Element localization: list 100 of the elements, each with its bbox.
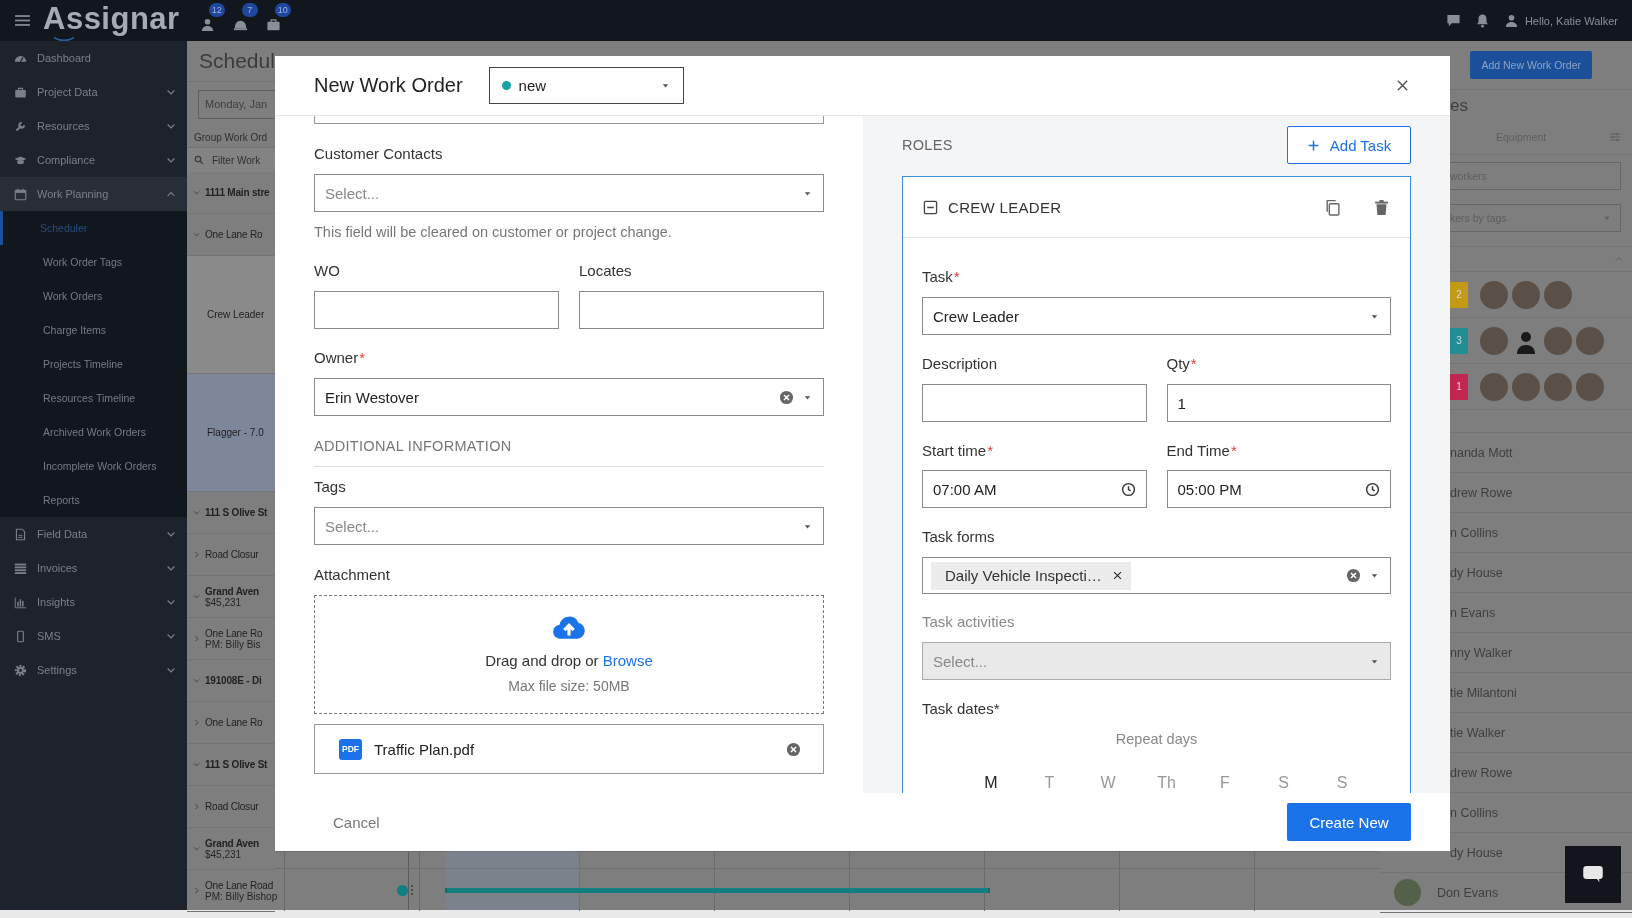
sidebar-subitem[interactable]: Work Order Tags [0,245,187,279]
chat-button[interactable] [1565,846,1621,903]
add-task-button[interactable]: Add Task [1287,126,1411,164]
sidebar-subitem[interactable]: Incomplete Work Orders [0,449,187,483]
day-toggle[interactable]: Th [1137,770,1196,793]
chevron-right-icon[interactable] [192,550,201,559]
day-toggle[interactable]: S [1254,770,1313,793]
user-icon[interactable] [1503,13,1519,28]
clear-icon[interactable] [786,741,801,757]
sliders-icon[interactable] [1609,131,1621,143]
sidebar-item[interactable]: SMS [0,619,187,653]
row-title: One Lane Ro [205,229,263,240]
select-field[interactable]: Select... [314,507,824,545]
role-row[interactable]: Flagger - 7.0 [187,374,275,492]
sidebar-subitem[interactable]: Work Orders [0,279,187,313]
day-toggle[interactable]: M [961,770,1021,793]
input-field[interactable] [579,291,824,329]
select-field[interactable]: Crew Leader [922,297,1391,335]
clock-icon[interactable] [1365,481,1380,497]
time-field[interactable]: 05:00 PM [1166,470,1391,508]
briefcase-icon[interactable] [265,17,281,32]
filter-field[interactable]: Filter Work [187,147,275,172]
sidebar-item[interactable]: Invoices [0,551,187,585]
day-toggle[interactable]: F [1195,770,1255,793]
row-title: 1111 Main stre [205,187,270,198]
worker-name: dy House [1450,565,1503,580]
day-toggle[interactable]: S [1312,770,1372,793]
sidebar-subitem[interactable]: Projects Timeline [0,347,187,381]
day-toggle[interactable]: T [1020,770,1079,793]
select-field[interactable]: Erin Westover [314,378,824,416]
chevron-down-icon[interactable] [192,676,201,685]
input-field[interactable] [314,291,559,329]
chevron-down-icon[interactable] [192,230,201,239]
input-field[interactable] [314,116,824,124]
field-label: End Time* [1166,441,1238,461]
sidebar-item[interactable]: Field Data [0,517,187,551]
sidebar-item[interactable]: Project Data [0,75,187,109]
row-title: 191008E - Di [205,675,262,686]
chevron-down-icon[interactable] [192,592,201,601]
chat-icon[interactable] [1445,13,1461,28]
close-icon[interactable] [1111,570,1123,581]
day-toggle[interactable]: W [1078,770,1138,793]
crew-count-badge: 2 [1450,281,1468,308]
sidebar-subitem[interactable]: Reports [0,483,187,517]
multi-select-field[interactable]: Daily Vehicle Inspecti… [922,557,1391,594]
file-name: Traffic Plan.pdf [374,740,475,758]
row-title: 111 S Olive St [205,507,268,518]
chevron-down-icon[interactable] [192,188,201,197]
helper-text: This field will be cleared on customer or project change. [314,223,673,242]
sidebar-item[interactable]: Compliance [0,143,187,177]
clear-icon[interactable] [779,389,794,405]
chevron-right-icon[interactable] [192,802,201,811]
gear-icon [14,663,27,677]
role-row[interactable]: Crew Leader [187,256,275,374]
trash-icon[interactable] [1373,198,1390,216]
chevron-down-icon[interactable] [192,508,201,517]
time-field[interactable]: 07:00 AM [922,470,1147,508]
copy-icon[interactable] [1324,198,1341,216]
chevron-down-icon[interactable] [192,844,201,853]
sidebar-subitem[interactable]: Resources Timeline [0,381,187,415]
worker-name: Don Evans [1437,885,1499,900]
list-icon [14,561,27,575]
chevron-right-icon[interactable] [192,886,201,895]
worker-name: n Collins [1450,805,1498,820]
menu-icon[interactable] [14,12,31,29]
collapse-icon[interactable] [923,199,938,215]
sidebar-item[interactable]: Resources [0,109,187,143]
drop-zone[interactable]: Drag and drop or Browse Max file size: 50MB [314,595,824,714]
avatar [1480,280,1508,309]
close-icon[interactable] [1395,78,1410,93]
logo[interactable]: Assignar [43,1,180,40]
avatar [1544,280,1572,309]
person-icon[interactable] [199,17,215,32]
avatar [1480,372,1508,401]
select-field[interactable]: Select... [314,174,824,212]
sidebar-subitem[interactable]: Archived Work Orders [0,415,187,449]
clear-icon[interactable] [1346,568,1361,583]
field-label: Start time* [922,441,995,461]
worker-name: n Evans [1450,605,1496,620]
add-work-order-button[interactable]: Add New Work Order [1470,51,1592,79]
input-field[interactable]: 1 [1166,384,1391,422]
sidebar-item[interactable]: Work Planning [0,177,187,211]
chevron-down-icon[interactable] [192,760,201,769]
user-greeting[interactable]: Hello, Katie Walker [1524,14,1618,27]
worker-name: drew Rowe [1450,485,1513,500]
sidebar-subitem[interactable]: Charge Items [0,313,187,347]
chevron-right-icon[interactable] [192,718,201,727]
worker-name: dy House [1450,845,1503,860]
input-field[interactable] [922,384,1147,422]
chevron-right-icon[interactable] [192,634,201,643]
cancel-button[interactable]: Cancel [321,805,392,839]
browse-link[interactable]: Browse [602,652,653,669]
sidebar-item[interactable]: Insights [0,585,187,619]
repeat-days-label: Repeat days [1114,730,1199,749]
sidebar-item[interactable]: Settings [0,653,187,687]
status-select[interactable]: new [488,67,684,104]
clock-icon[interactable] [1120,481,1136,497]
sidebar-item[interactable]: Dashboard [0,41,187,75]
create-button[interactable]: Create New [1287,803,1411,841]
wrench-icon [14,119,27,133]
